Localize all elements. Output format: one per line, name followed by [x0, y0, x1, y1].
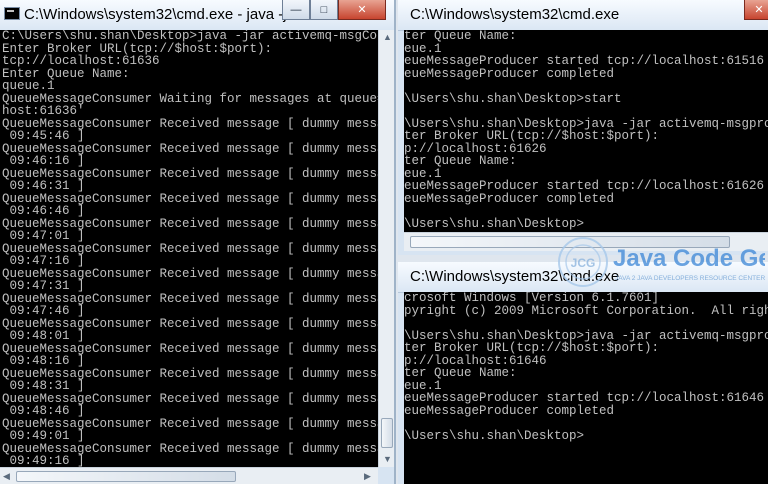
title-bar[interactable]: C:\Windows\system32\cmd.exe — [398, 0, 768, 31]
console-line: pyright (c) 2009 Microsoft Corporation. … — [404, 303, 768, 318]
scroll-down-arrow-icon[interactable]: ▼ — [383, 454, 392, 464]
maximize-button[interactable]: □ — [310, 0, 338, 20]
console-line: 09:49:16 ] — [2, 454, 85, 467]
console-line: 09:48:16 ] — [2, 354, 85, 368]
svg-text:JAVA 2 JAVA DEVELOPERS RESOURC: JAVA 2 JAVA DEVELOPERS RESOURCE CENTER — [615, 275, 765, 282]
console-line: 09:46:31 ] — [2, 179, 85, 193]
console-line: C:\Users\shu.shan\Desktop>java -jar acti… — [2, 30, 378, 43]
console-line: \Users\shu.shan\Desktop>start — [404, 91, 622, 106]
console-line: \Users\shu.shan\Desktop> — [404, 216, 585, 231]
minimize-button[interactable]: — — [282, 0, 310, 20]
console-line: 09:47:46 ] — [2, 304, 85, 318]
console-line: 09:49:01 ] — [2, 429, 85, 443]
console-line: 09:46:16 ] — [2, 154, 85, 168]
console-line: ter Queue Name: — [404, 154, 517, 168]
console-line: eueMessageProducer completed — [404, 66, 615, 81]
console-line: 09:48:31 ] — [2, 379, 85, 393]
console-line: 09:48:01 ] — [2, 329, 85, 343]
close-icon: ✕ — [754, 4, 764, 16]
console-line: 09:47:31 ] — [2, 279, 85, 293]
scroll-up-arrow-icon[interactable]: ▲ — [383, 32, 392, 42]
console-line: 09:48:46 ] — [2, 404, 85, 418]
close-button[interactable]: ✕ — [338, 0, 386, 20]
window-title: C:\Windows\system32\cmd.exe — [410, 6, 620, 23]
scroll-thumb-horizontal[interactable] — [16, 471, 236, 482]
console-line: 09:47:16 ] — [2, 254, 85, 268]
console-line: 09:45:46 ] — [2, 129, 85, 143]
console-output[interactable]: crosoft Windows [Version 6.1.7601] pyrigh… — [404, 292, 768, 484]
scroll-left-arrow-icon[interactable]: ◀ — [3, 471, 10, 482]
console-output[interactable]: ter Queue Name: eue.1 eueMessageProducer s… — [404, 30, 768, 232]
console-line: Enter Queue Name: — [2, 66, 130, 81]
maximize-icon: □ — [320, 3, 328, 16]
console-line: ter Broker URL(tcp://$host:$port): — [404, 341, 660, 355]
console-line: eueMessageProducer started tcp://localho… — [404, 391, 765, 405]
minimize-icon: — — [290, 3, 302, 16]
console-line: ter Queue Name: — [404, 30, 517, 43]
cmd-window-consumer[interactable]: C:\Windows\system32\cmd.exe - java -ja —… — [0, 0, 396, 484]
console-line: eueMessageProducer started tcp://localho… — [404, 54, 765, 68]
svg-text:JCG: JCG — [571, 256, 596, 270]
console-line: ter Broker URL(tcp://$host:$port): — [404, 129, 660, 143]
console-line: crosoft Windows [Version 6.1.7601] — [404, 292, 660, 305]
console-line: eueMessageProducer started tcp://localho… — [404, 179, 765, 193]
console-line: queue.1 — [2, 79, 55, 93]
console-output[interactable]: C:\Users\shu.shan\Desktop>java -jar acti… — [0, 30, 378, 467]
horizontal-scrollbar[interactable]: ◀ ▶ — [0, 467, 378, 484]
vertical-scrollbar[interactable]: ▲ ▼ — [378, 30, 394, 467]
console-line: ter Queue Name: — [404, 366, 517, 380]
console-line: 09:47:01 ] — [2, 229, 85, 243]
svg-text:Java Code Geeks: Java Code Geeks — [613, 245, 765, 272]
console-line: host:61636' — [2, 104, 85, 118]
cmd-icon — [4, 7, 20, 20]
close-button[interactable]: ✕ — [744, 0, 768, 20]
scroll-right-arrow-icon[interactable]: ▶ — [364, 471, 371, 482]
console-line: eueMessageProducer completed — [404, 191, 615, 206]
window-title: C:\Windows\system32\cmd.exe - java -ja — [24, 6, 295, 23]
java-code-geeks-watermark: JCG Java Code Geeks JAVA 2 JAVA DEVELOPE… — [555, 234, 768, 290]
jcg-logo-icon: JCG Java Code Geeks JAVA 2 JAVA DEVELOPE… — [558, 237, 768, 287]
console-line: 09:46:46 ] — [2, 204, 85, 218]
console-line: tcp://localhost:61636 — [2, 54, 160, 68]
cmd-window-producer-2[interactable]: C:\Windows\system32\cmd.exe crosoft Wind… — [398, 262, 768, 484]
console-line: \Users\shu.shan\Desktop> — [404, 428, 585, 443]
console-line: eueMessageProducer completed — [404, 403, 615, 418]
close-icon: ✕ — [357, 4, 367, 16]
scroll-thumb[interactable] — [381, 418, 393, 448]
cmd-window-producer-1[interactable]: C:\Windows\system32\cmd.exe ✕ ter Queue … — [398, 0, 768, 255]
